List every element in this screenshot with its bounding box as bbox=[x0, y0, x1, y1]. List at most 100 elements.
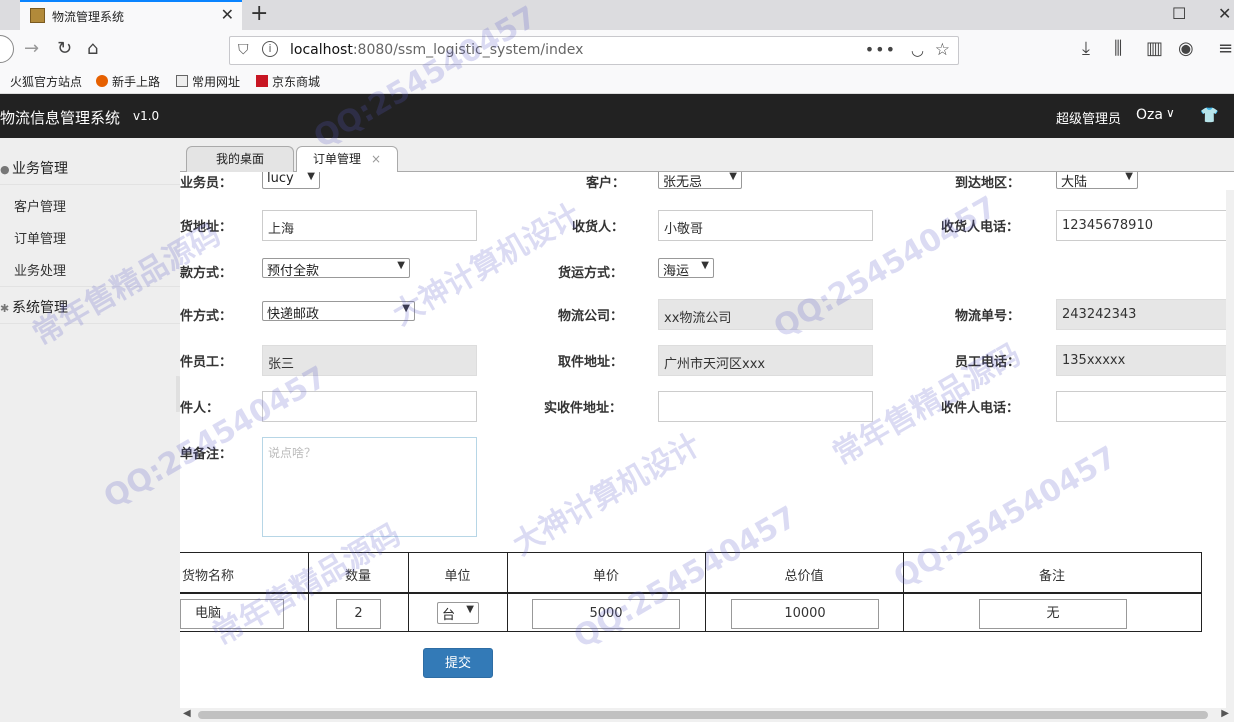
menu-group-system[interactable]: ✱ 系统管理 bbox=[0, 297, 68, 317]
chevron-down-icon: ▼ bbox=[729, 172, 737, 182]
order-form: 业务员： lucy ▼ 客户： 张无忌 ▼ 到达地区： 大陆 ▼ 货地址： 上海 收货… bbox=[180, 172, 1234, 722]
content-tab-strip: 我的桌面 订单管理 × bbox=[180, 138, 1234, 173]
bookmark-jd[interactable]: 京东商城 bbox=[256, 73, 320, 90]
tab-desktop[interactable]: 我的桌面 bbox=[186, 146, 294, 172]
staff-phone-label: 员工电话： bbox=[955, 355, 1021, 370]
payment-select[interactable]: 预付全款 ▼ bbox=[262, 258, 410, 279]
pickup-staff-input[interactable]: 张三 bbox=[262, 345, 477, 376]
browser-toolbar: → ↻ ⌂ ⛉ i localhost:8080/ssm_logistic_sy… bbox=[0, 30, 1234, 70]
browser-tab[interactable]: 物流管理系统 ✕ bbox=[20, 0, 242, 30]
logistics-no-label: 物流单号： bbox=[955, 309, 1021, 324]
table-col-divider bbox=[903, 552, 904, 632]
chevron-down-icon: ▼ bbox=[701, 260, 709, 271]
user-menu[interactable]: Oza bbox=[1136, 107, 1163, 123]
sidebar: ● 业务管理 客户管理 订单管理 业务处理 ✱ 系统管理 bbox=[0, 138, 180, 722]
area-select[interactable]: 大陆 ▼ bbox=[1056, 172, 1138, 190]
goods-qty-input[interactable]: 2 bbox=[336, 599, 381, 629]
shield-icon[interactable]: ⛉ bbox=[238, 42, 249, 58]
sidebar-item-business[interactable]: 业务处理 bbox=[14, 260, 66, 279]
reload-icon[interactable]: ↻ bbox=[57, 38, 72, 60]
bookmark-common[interactable]: 常用网址 bbox=[176, 73, 240, 90]
ship-address-input[interactable]: 上海 bbox=[262, 210, 477, 241]
site-info-icon[interactable]: i bbox=[262, 41, 278, 57]
actual-phone-input[interactable] bbox=[1056, 391, 1234, 422]
browser-tab-title: 物流管理系统 bbox=[52, 10, 125, 24]
scroll-left-icon[interactable]: ◀ bbox=[183, 708, 191, 719]
col-header-qty: 数量 bbox=[344, 569, 371, 584]
close-window-icon[interactable]: ✕ bbox=[1218, 4, 1231, 23]
back-button[interactable] bbox=[0, 35, 14, 63]
logistics-company-input[interactable]: xx物流公司 bbox=[658, 299, 873, 330]
logistics-company-label: 物流公司： bbox=[558, 309, 624, 324]
bookmark-star-icon[interactable]: ☆ bbox=[935, 40, 950, 60]
pickup-address-label: 取件地址： bbox=[558, 355, 624, 370]
app-title: 物流信息管理系统 bbox=[0, 109, 121, 127]
receiver-phone-label: 收货人电话： bbox=[941, 220, 1020, 235]
remark-textarea[interactable]: 说点啥？ bbox=[262, 437, 477, 537]
close-tab-icon[interactable]: ✕ bbox=[221, 5, 234, 24]
salesman-select[interactable]: lucy ▼ bbox=[262, 172, 320, 189]
ship-address-label: 货地址： bbox=[180, 220, 233, 235]
divider bbox=[0, 184, 180, 185]
restore-window-icon[interactable]: ☐ bbox=[1172, 4, 1186, 23]
remark-label: 单备注： bbox=[180, 447, 233, 462]
tab-orders[interactable]: 订单管理 × bbox=[296, 146, 398, 173]
download-icon[interactable]: ⤓ bbox=[1082, 38, 1090, 60]
bookmark-firefox[interactable]: 火狐官方站点 bbox=[0, 73, 82, 90]
col-header-unit: 单位 bbox=[444, 569, 471, 584]
sidebar-item-orders[interactable]: 订单管理 bbox=[14, 228, 66, 247]
table-col-divider bbox=[408, 552, 409, 632]
chevron-down-icon[interactable]: ∨ bbox=[1166, 106, 1175, 120]
account-icon[interactable]: ◉ bbox=[1178, 38, 1194, 60]
chevron-down-icon: ▼ bbox=[402, 303, 410, 314]
library-icon[interactable]: ⫼ bbox=[1114, 38, 1122, 60]
goods-price-input[interactable]: 5000 bbox=[532, 599, 680, 629]
app-version: v1.0 bbox=[133, 109, 160, 123]
chevron-down-icon: ▼ bbox=[1125, 172, 1133, 182]
new-tab-icon[interactable]: + bbox=[250, 1, 268, 27]
menu-group-business[interactable]: ● 业务管理 bbox=[0, 158, 68, 178]
user-role: 超级管理员 bbox=[1056, 112, 1122, 127]
pocket-icon[interactable]: ◡ bbox=[911, 41, 924, 59]
bookmark-newbie[interactable]: 新手上路 bbox=[96, 73, 160, 90]
goods-note-input[interactable]: 无 bbox=[979, 599, 1127, 629]
actual-receiver-input[interactable] bbox=[262, 391, 477, 422]
table-bottom-border bbox=[180, 631, 1202, 632]
menu-icon[interactable]: ≡ bbox=[1218, 38, 1233, 60]
scroll-right-icon[interactable]: ▶ bbox=[1221, 708, 1229, 719]
customer-select[interactable]: 张无忌 ▼ bbox=[658, 172, 742, 190]
goods-unit-select[interactable]: 台 ▼ bbox=[437, 602, 479, 624]
actual-address-label: 实收件地址： bbox=[544, 401, 623, 416]
pickup-method-select[interactable]: 快递邮政 ▼ bbox=[262, 301, 415, 322]
freight-select[interactable]: 海运 ▼ bbox=[658, 258, 714, 279]
table-col-divider bbox=[308, 552, 309, 632]
actual-phone-label: 收件人电话： bbox=[941, 401, 1020, 416]
pickup-method-label: 件方式： bbox=[180, 309, 233, 324]
logistics-no-input[interactable]: 243242343 bbox=[1056, 299, 1234, 330]
actual-address-input[interactable] bbox=[658, 391, 873, 422]
horizontal-scrollbar[interactable]: ◀ ▶ bbox=[180, 708, 1234, 722]
scroll-thumb[interactable] bbox=[198, 711, 1208, 719]
close-tab-icon[interactable]: × bbox=[371, 152, 381, 166]
goods-total-input[interactable]: 10000 bbox=[731, 599, 879, 629]
forward-icon[interactable]: → bbox=[24, 38, 39, 60]
col-header-price: 单价 bbox=[592, 569, 619, 584]
home-icon[interactable]: ⌂ bbox=[87, 38, 98, 60]
table-col-divider bbox=[507, 552, 508, 632]
receiver-phone-input[interactable]: 12345678910 bbox=[1056, 210, 1234, 241]
receiver-input[interactable]: 小敬哥 bbox=[658, 210, 873, 241]
payment-label: 款方式： bbox=[180, 266, 233, 281]
staff-phone-input[interactable]: 135xxxxx bbox=[1056, 345, 1234, 376]
submit-button[interactable]: 提交 bbox=[423, 648, 493, 678]
url-text[interactable]: localhost:8080/ssm_logistic_system/index bbox=[290, 42, 583, 58]
page-actions-icon[interactable]: ••• bbox=[865, 40, 896, 59]
skin-shirt-icon[interactable]: 👕 bbox=[1200, 106, 1219, 124]
sidebar-item-customers[interactable]: 客户管理 bbox=[14, 196, 66, 215]
pickup-address-input[interactable]: 广州市天河区xxx bbox=[658, 345, 873, 376]
folder-icon bbox=[176, 75, 188, 87]
goods-name-input[interactable]: 电脑 bbox=[180, 599, 284, 629]
address-bar[interactable]: ⛉ i localhost:8080/ssm_logistic_system/i… bbox=[229, 36, 959, 65]
col-header-name: 货物名称 bbox=[182, 569, 235, 584]
sidebar-toggle-icon[interactable]: ▥ bbox=[1146, 38, 1163, 60]
vertical-scrollbar[interactable] bbox=[1226, 190, 1234, 710]
